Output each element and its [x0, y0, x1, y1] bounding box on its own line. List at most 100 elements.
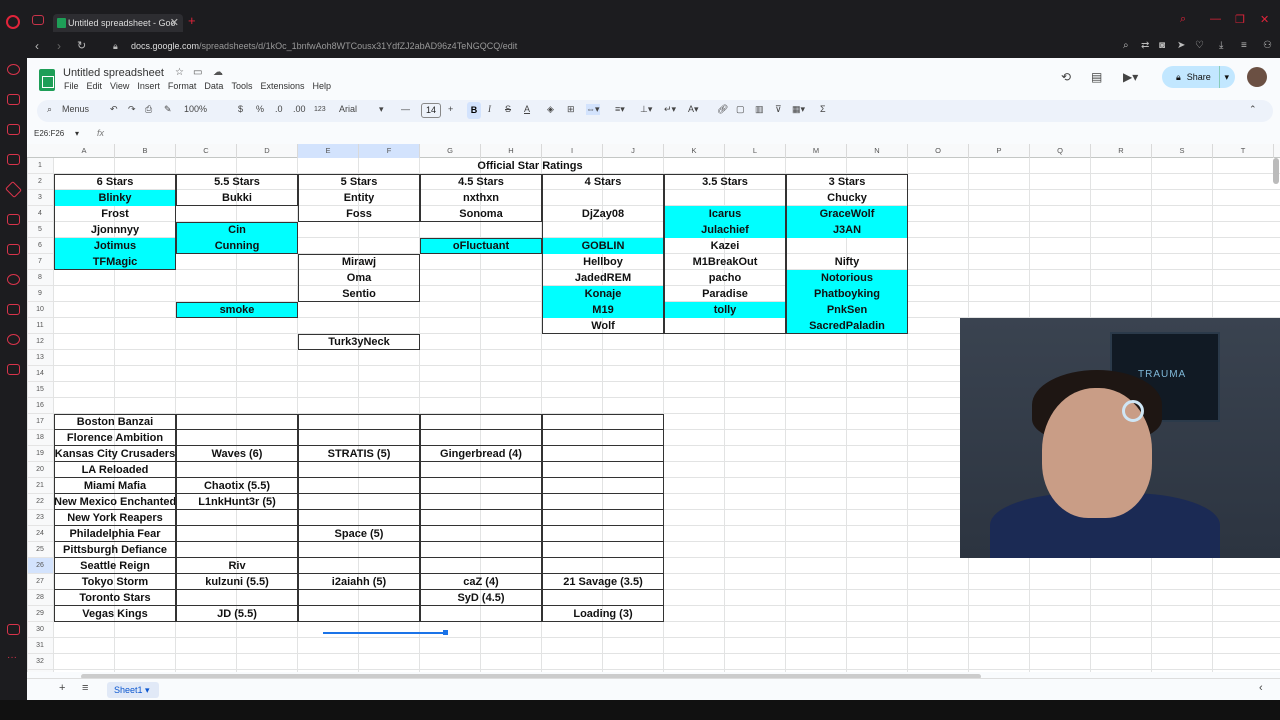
number-format-button[interactable]: 123	[314, 106, 326, 113]
player-cell[interactable]: Sonoma	[420, 206, 542, 222]
chevron-down-icon[interactable]: ▾	[1219, 66, 1229, 88]
player-cell[interactable]	[54, 334, 176, 350]
column-header[interactable]: D	[237, 144, 298, 158]
column-header[interactable]: F	[359, 144, 420, 158]
player-cell[interactable]	[298, 238, 420, 254]
row-header[interactable]: 31	[27, 638, 53, 654]
team-cell[interactable]: New York Reapers	[54, 510, 176, 526]
increase-font-icon[interactable]: +	[448, 104, 453, 114]
speed-dial-icon[interactable]	[7, 64, 20, 75]
move-folder-icon[interactable]: ▭	[193, 67, 202, 78]
column-header[interactable]: B	[115, 144, 176, 158]
sheet-tab-chevron-icon[interactable]: ▾	[145, 685, 150, 695]
bold-button[interactable]: B	[467, 102, 481, 119]
column-header[interactable]: C	[176, 144, 237, 158]
team-cell[interactable]	[542, 590, 664, 606]
document-title[interactable]: Untitled spreadsheet	[63, 67, 164, 79]
sheets-logo-icon[interactable]	[39, 69, 55, 91]
team-cell[interactable]: L1nkHunt3r (5)	[176, 494, 298, 510]
row-header[interactable]: 20	[27, 462, 53, 478]
team-cell[interactable]	[542, 526, 664, 542]
row-header[interactable]: 14	[27, 366, 53, 382]
row-header[interactable]: 32	[27, 654, 53, 670]
column-header[interactable]: O	[908, 144, 969, 158]
player-cell[interactable]	[298, 318, 420, 334]
row-header[interactable]: 11	[27, 318, 53, 334]
player-cell[interactable]: PnkSen	[786, 302, 908, 318]
row-header[interactable]: 2	[27, 174, 53, 190]
chart-icon[interactable]: ▥	[755, 104, 764, 115]
player-cell[interactable]	[176, 334, 298, 350]
player-cell[interactable]: Hellboy	[542, 254, 664, 270]
close-tab-icon[interactable]: ✕	[170, 14, 179, 32]
increase-decimal-button[interactable]: .00	[293, 104, 306, 114]
player-cell[interactable]: Nifty	[786, 254, 908, 270]
team-cell[interactable]	[420, 558, 542, 574]
player-cell[interactable]: Jjonnnyy	[54, 222, 176, 238]
column-header[interactable]: L	[725, 144, 786, 158]
lock-icon[interactable]: 🔒︎	[113, 41, 118, 52]
paint-format-icon[interactable]: ✎	[164, 104, 172, 115]
align-icon[interactable]: ≡▾	[615, 104, 625, 115]
team-cell[interactable]: Kansas City Crusaders	[54, 446, 176, 462]
search-tabs-icon[interactable]: ⌕	[1180, 13, 1186, 26]
player-cell[interactable]: Icarus	[664, 206, 786, 222]
strikethrough-button[interactable]: S	[505, 104, 511, 114]
team-cell[interactable]: Vegas Kings	[54, 606, 176, 622]
team-cell[interactable]: Chaotix (5.5)	[176, 478, 298, 494]
team-cell[interactable]	[420, 526, 542, 542]
player-cell[interactable]	[420, 222, 542, 238]
player-cell[interactable]	[176, 254, 298, 270]
version-history-icon[interactable]: ⟲	[1061, 70, 1071, 84]
rotate-icon[interactable]: A▾	[688, 104, 699, 115]
new-tab-icon[interactable]: +	[188, 13, 196, 28]
more-icon[interactable]: ···	[7, 653, 20, 665]
team-cell[interactable]	[542, 446, 664, 462]
row-header[interactable]: 17	[27, 414, 53, 430]
valign-icon[interactable]: ⊥▾	[640, 104, 652, 115]
player-cell[interactable]	[176, 318, 298, 334]
row-header[interactable]: 28	[27, 590, 53, 606]
player-cell[interactable]	[420, 286, 542, 302]
player-cell[interactable]: J3AN	[786, 222, 908, 238]
team-cell[interactable]	[176, 430, 298, 446]
team-cell[interactable]: Gingerbread (4)	[420, 446, 542, 462]
team-cell[interactable]	[176, 542, 298, 558]
forward-icon[interactable]: ›	[57, 39, 61, 53]
team-cell[interactable]: Boston Banzai	[54, 414, 176, 430]
team-cell[interactable]	[298, 430, 420, 446]
row-header[interactable]: 33	[27, 670, 53, 672]
player-cell[interactable]: Notorious	[786, 270, 908, 286]
translate-icon[interactable]: ⇄	[1141, 40, 1149, 51]
camera-icon[interactable]: ◙	[1159, 40, 1165, 51]
filter-views-icon[interactable]: ▦▾	[792, 104, 805, 115]
team-cell[interactable]	[176, 414, 298, 430]
player-cell[interactable]: JadedREM	[542, 270, 664, 286]
player-cell[interactable]: SacredPaladin	[786, 318, 908, 334]
player-cell[interactable]: Cin	[176, 222, 298, 238]
team-cell[interactable]	[420, 414, 542, 430]
column-header[interactable]: J	[603, 144, 664, 158]
team-cell[interactable]: STRATIS (5)	[298, 446, 420, 462]
team-cell[interactable]	[542, 542, 664, 558]
rating-header[interactable]: 3 Stars	[786, 174, 908, 190]
sheet-tab[interactable]: Sheet1 ▾	[107, 682, 159, 698]
player-cell[interactable]	[664, 334, 786, 350]
player-cell[interactable]: DjZay08	[542, 206, 664, 222]
row-header[interactable]: 29	[27, 606, 53, 622]
player-cell[interactable]	[420, 334, 542, 350]
player-cell[interactable]: smoke	[176, 302, 298, 318]
team-cell[interactable]: Space (5)	[298, 526, 420, 542]
row-header[interactable]: 23	[27, 510, 53, 526]
extensions-icon[interactable]	[7, 304, 20, 315]
team-cell[interactable]: Loading (3)	[542, 606, 664, 622]
player-cell[interactable]	[298, 302, 420, 318]
player-cell[interactable]: tolly	[664, 302, 786, 318]
team-cell[interactable]	[298, 558, 420, 574]
menu-insert[interactable]: Insert	[137, 81, 160, 91]
player-cell[interactable]: Bukki	[176, 190, 298, 206]
player-cell[interactable]: Oma	[298, 270, 420, 286]
add-sheet-icon[interactable]: +	[59, 682, 65, 694]
player-cell[interactable]: Turk3yNeck	[298, 334, 420, 350]
player-cell[interactable]	[542, 334, 664, 350]
